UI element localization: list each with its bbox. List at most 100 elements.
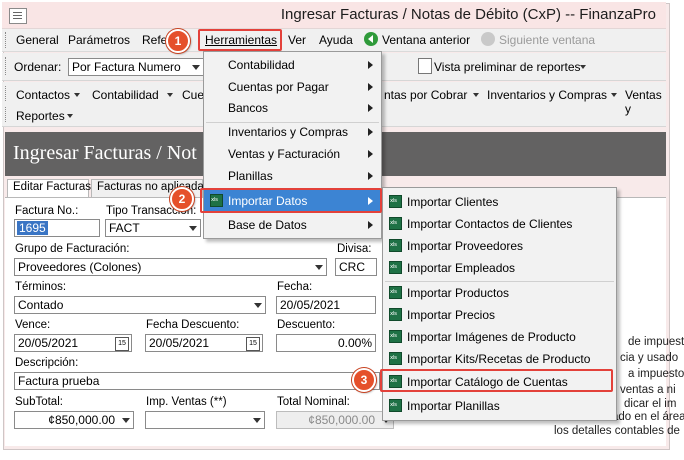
back-arrow-glyph: [368, 35, 373, 43]
chevron-down-icon: [67, 114, 73, 118]
menu-item-label: Importar Proveedores: [407, 239, 524, 253]
previous-window-button[interactable]: Ventana anterior: [382, 33, 470, 47]
print-preview-button[interactable]: Vista preliminar de reportes: [434, 60, 581, 74]
order-select[interactable]: Por Factura Numero: [68, 58, 204, 76]
menu-item-bancos[interactable]: Bancos: [204, 97, 381, 119]
discount-date-input[interactable]: 20/05/2021 15: [145, 334, 263, 352]
excel-icon: [389, 261, 402, 274]
billing-group-select[interactable]: Proveedores (Colones): [14, 258, 327, 276]
currency-select[interactable]: CRC: [335, 258, 377, 276]
module-cuentas-cobrar[interactable]: ntas por Cobrar: [384, 88, 467, 102]
total-label: Total Nominal:: [277, 396, 350, 408]
chevron-right-icon: [368, 104, 373, 112]
excel-icon: [389, 195, 402, 208]
trans-type-select[interactable]: FACT: [105, 219, 201, 237]
menu-item-label: Contabilidad: [228, 58, 295, 72]
menu-item-cuentas-pagar[interactable]: Cuentas por Pagar: [204, 76, 381, 98]
chevron-down-icon: [167, 93, 173, 97]
menu-item-importar-precios[interactable]: Importar Precios: [383, 304, 616, 326]
chevron-down-icon: [119, 412, 133, 428]
terms-select[interactable]: Contado: [14, 296, 266, 314]
billing-group-label: Grupo de Facturación:: [15, 243, 130, 255]
module-inventarios[interactable]: Inventarios y Compras: [487, 88, 607, 102]
menu-item-importar-proveedores[interactable]: Importar Proveedores: [383, 235, 616, 257]
excel-icon: [389, 399, 402, 412]
menu-ver[interactable]: Ver: [288, 33, 306, 47]
excel-icon: [389, 330, 402, 343]
order-label: Ordenar:: [14, 60, 62, 74]
description-label: Descripción:: [15, 357, 79, 369]
menu-item-label: Importar Planillas: [407, 399, 500, 413]
menu-item-importar-productos[interactable]: Importar Productos: [383, 282, 616, 304]
step-badge-3: 3: [352, 368, 376, 392]
tab-editar-facturas[interactable]: Editar Facturas: [7, 179, 91, 198]
menu-item-importar-contactos[interactable]: Importar Contactos de Clientes: [383, 213, 616, 235]
menu-item-planillas[interactable]: Planillas: [204, 165, 381, 187]
menu-item-inventarios[interactable]: Inventarios y Compras: [204, 121, 381, 143]
menu-item-contabilidad[interactable]: Contabilidad: [204, 54, 381, 76]
step-badge-2: 2: [170, 187, 194, 211]
module-contactos[interactable]: Contactos: [16, 88, 70, 102]
menu-item-importar-empleados[interactable]: Importar Empleados: [383, 257, 616, 279]
reports-menu[interactable]: Reportes: [16, 109, 65, 123]
chevron-down-icon: [189, 59, 203, 75]
order-select-value: Por Factura Numero: [72, 60, 181, 74]
module-contabilidad[interactable]: Contabilidad: [92, 88, 159, 102]
print-preview-icon: [418, 58, 432, 74]
date-input[interactable]: 20/05/2021: [276, 296, 376, 314]
menu-item-importar-planillas[interactable]: Importar Planillas: [383, 395, 616, 417]
discount-input[interactable]: 0.00%: [276, 334, 376, 352]
total-input: ¢850,000.00: [276, 411, 394, 429]
menu-item-base-datos[interactable]: Base de Datos: [204, 214, 381, 236]
due-date-value: 20/05/2021: [18, 336, 79, 350]
invoice-no-input[interactable]: 1695: [14, 219, 100, 237]
menu-ayuda[interactable]: Ayuda: [319, 33, 353, 47]
preview-dropdown-icon[interactable]: [580, 65, 586, 69]
discount-label: Descuento:: [277, 319, 336, 331]
menu-parametros[interactable]: Parámetros: [68, 33, 130, 47]
module-cuentas[interactable]: Cue: [182, 88, 204, 102]
description-input[interactable]: Factura prueba: [14, 372, 380, 390]
menu-item-label: Cuentas por Pagar: [228, 80, 329, 94]
currency-label: Divisa:: [337, 243, 372, 255]
help-text-line: dicar el im: [624, 398, 677, 410]
menu-general[interactable]: General: [16, 33, 59, 47]
chevron-down-icon: [473, 93, 479, 97]
menu-item-label: Importar Empleados: [407, 261, 516, 275]
herramientas-highlight: [198, 29, 282, 51]
menu-item-label: Importar Clientes: [407, 195, 499, 209]
app-icon: [9, 8, 27, 24]
chevron-down-icon: [186, 220, 200, 236]
window-title: Ingresar Facturas / Notas de Débito (CxP…: [280, 6, 656, 23]
menu-item-importar-imagenes[interactable]: Importar Imágenes de Producto: [383, 326, 616, 348]
excel-icon: [389, 308, 402, 321]
terms-label: Términos:: [15, 281, 67, 293]
menu-item-label: Planillas: [228, 169, 273, 183]
invoice-no-value: 1695: [17, 221, 48, 235]
chevron-right-icon: [368, 150, 373, 158]
importar-catalogo-highlight: [380, 369, 613, 392]
due-date-input[interactable]: 20/05/2021 15: [14, 334, 132, 352]
help-text-line: los detalles contables de: [554, 425, 680, 437]
menu-item-label: Bancos: [228, 101, 269, 115]
menu-item-importar-clientes[interactable]: Importar Clientes: [383, 191, 616, 213]
menu-item-label: Importar Precios: [407, 308, 496, 322]
module-ventas[interactable]: Ventas y: [625, 88, 666, 116]
chevron-right-icon: [368, 128, 373, 136]
menu-item-label: Inventarios y Compras: [228, 125, 349, 139]
discount-date-label: Fecha Descuento:: [146, 319, 240, 331]
step-badge-1: 1: [166, 29, 190, 53]
menu-item-ventas[interactable]: Ventas y Facturación: [204, 143, 381, 165]
calendar-icon[interactable]: 15: [115, 337, 129, 351]
tax-select[interactable]: [145, 411, 265, 429]
subtotal-value: ¢850,000.00: [48, 413, 115, 427]
help-text-line: ado en el área: [612, 411, 684, 423]
importar-datos-highlight: [200, 188, 382, 213]
menu-item-importar-kits[interactable]: Importar Kits/Recetas de Producto: [383, 348, 616, 370]
menu-item-label: Importar Contactos de Clientes: [407, 217, 573, 231]
subtotal-input[interactable]: ¢850,000.00: [14, 411, 134, 429]
due-label: Vence:: [15, 319, 51, 331]
chevron-right-icon: [368, 83, 373, 91]
calendar-icon[interactable]: 15: [246, 337, 260, 351]
chevron-down-icon: [611, 93, 617, 97]
